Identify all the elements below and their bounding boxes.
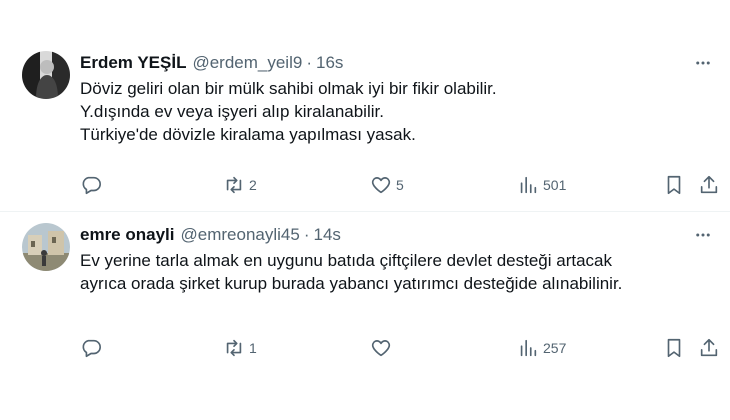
tweet-erdem[interactable]: Erdem YEŞİL @erdem_yeil9 · 16s Döviz gel… bbox=[0, 0, 730, 212]
share-icon bbox=[700, 338, 718, 357]
avatar[interactable] bbox=[22, 223, 70, 271]
more-dots-icon[interactable] bbox=[692, 52, 714, 74]
like-button[interactable]: 5 bbox=[370, 174, 404, 196]
bookmark-button[interactable] bbox=[663, 337, 685, 359]
timestamp[interactable]: 16s bbox=[316, 53, 343, 73]
views-button[interactable]: 501 bbox=[517, 174, 566, 196]
reply-icon bbox=[82, 176, 101, 195]
retweet-count: 1 bbox=[249, 340, 257, 356]
like-count: 5 bbox=[396, 177, 404, 193]
tweet-text: Döviz geliri olan bir mülk sahibi olmak … bbox=[80, 77, 714, 146]
tweet-actions: 1 257 bbox=[80, 336, 718, 360]
reply-button[interactable] bbox=[80, 337, 106, 359]
tweet-text: Ev yerine tarla almak en uygunu batıda ç… bbox=[80, 249, 714, 295]
separator-dot: · bbox=[306, 53, 312, 72]
tweet-header: emre onayli @emreonayli45 · 14s bbox=[80, 224, 714, 246]
share-button[interactable] bbox=[698, 337, 720, 359]
avatar-photo bbox=[22, 51, 70, 99]
retweet-button[interactable]: 1 bbox=[223, 337, 257, 359]
avatar-photo bbox=[22, 223, 70, 271]
tweet-emre[interactable]: emre onayli @emreonayli45 · 14s Ev yerin… bbox=[0, 212, 730, 382]
reply-button[interactable] bbox=[80, 174, 106, 196]
tweet-body: Erdem YEŞİL @erdem_yeil9 · 16s Döviz gel… bbox=[80, 52, 714, 146]
tweet-actions: 2 5 501 bbox=[80, 173, 718, 197]
author-name[interactable]: Erdem YEŞİL bbox=[80, 53, 186, 73]
tweet-text-line: Ev yerine tarla almak en uygunu batıda ç… bbox=[80, 251, 613, 270]
share-button[interactable] bbox=[698, 174, 720, 196]
avatar[interactable] bbox=[22, 51, 70, 99]
tweet-body: emre onayli @emreonayli45 · 14s Ev yerin… bbox=[80, 224, 714, 295]
views-icon bbox=[520, 176, 537, 194]
share-icon bbox=[700, 175, 718, 194]
views-count: 257 bbox=[543, 340, 567, 356]
bookmark-icon bbox=[667, 338, 681, 358]
tweet-text-line: Y.dışında ev veya işyeri alıp kiralanabi… bbox=[80, 102, 384, 121]
heart-icon bbox=[371, 177, 391, 194]
bookmark-icon bbox=[667, 175, 681, 195]
timestamp[interactable]: 14s bbox=[314, 225, 341, 245]
retweet-icon bbox=[226, 176, 242, 194]
tweet-text-line: Döviz geliri olan bir mülk sahibi olmak … bbox=[80, 79, 497, 98]
retweet-count: 2 bbox=[249, 177, 257, 193]
views-button[interactable]: 257 bbox=[517, 337, 566, 359]
retweet-button[interactable]: 2 bbox=[223, 174, 257, 196]
heart-icon bbox=[371, 340, 391, 357]
like-button[interactable] bbox=[370, 337, 396, 359]
views-count: 501 bbox=[543, 177, 567, 193]
tweet-header: Erdem YEŞİL @erdem_yeil9 · 16s bbox=[80, 52, 714, 74]
bookmark-button[interactable] bbox=[663, 174, 685, 196]
author-handle[interactable]: @emreonayli45 bbox=[181, 225, 300, 245]
tweet-text-line: Türkiye'de dövizle kiralama yapılması ya… bbox=[80, 125, 416, 144]
tweet-text-line: ayrıca orada şirket kurup burada yabancı… bbox=[80, 274, 623, 293]
retweet-icon bbox=[226, 339, 242, 357]
separator-dot: · bbox=[303, 225, 310, 244]
author-name[interactable]: emre onayli bbox=[80, 225, 175, 245]
views-icon bbox=[520, 339, 537, 357]
more-dots-icon[interactable] bbox=[692, 224, 714, 246]
author-handle[interactable]: @erdem_yeil9 bbox=[192, 53, 302, 73]
reply-icon bbox=[82, 339, 101, 358]
